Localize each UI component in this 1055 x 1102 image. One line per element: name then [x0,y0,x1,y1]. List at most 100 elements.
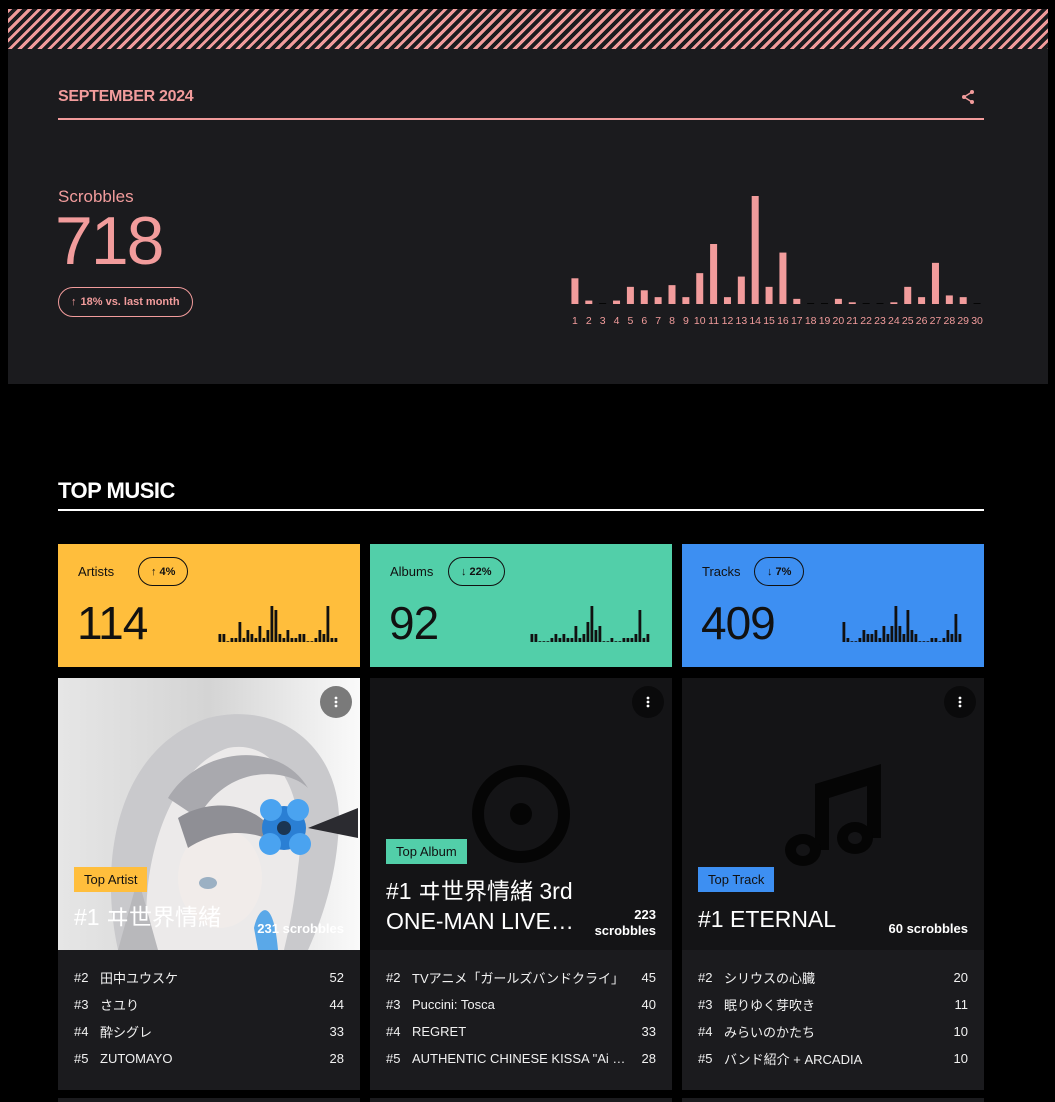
list-item[interactable]: #3 さユり 44 [74,991,344,1018]
stat-value: 114 [77,597,148,649]
scrobbles-count: 718 [55,203,164,279]
item-count: 33 [329,1024,344,1039]
spark-bar [626,638,630,642]
list-item[interactable]: #3 Puccini: Tosca 40 [386,991,656,1018]
spark-bar [618,641,622,642]
day-tick-label: 8 [669,315,675,327]
artist-artwork[interactable]: Top Artist #1 ヰ世界情緒 231 scrobbles [58,678,360,950]
spark-bar [258,626,262,642]
day-tick-label: 22 [860,315,872,327]
section-divider [58,509,984,511]
spark-bar [578,638,582,642]
spark-bar [226,641,230,642]
day-tick-label: 30 [971,315,983,327]
spark-bar [898,626,902,642]
stat-card-tracks[interactable]: Tracks ↓ 7% 409 [682,544,984,667]
scrobbles-panel: SEPTEMBER 2024 Scrobbles 718 ↑ 18% vs. l… [8,49,1048,384]
spark-bar [238,622,242,642]
stat-change-value: 4% [159,565,176,578]
stat-card-artists[interactable]: Artists ↑ 4% 114 [58,544,360,667]
day-bar [931,262,939,304]
list-item[interactable]: #2 TVアニメ「ガールズバンドクライ」 45 [386,964,656,991]
item-name: TVアニメ「ガールズバンドクライ」 [412,971,625,986]
spark-bar [910,630,914,642]
spark-bar [614,641,618,642]
rank: #2 [74,970,89,985]
stat-label: Albums [390,564,434,579]
arrow-down-icon: ↓ [767,565,773,578]
more-options-icon[interactable] [320,686,352,718]
day-tick-label: 24 [888,315,900,327]
album-artwork[interactable]: Top Album #1 ヰ世界情緒 3rd ONE-MAN LIVE… 223… [370,678,672,950]
top-artist-name[interactable]: #1 ヰ世界情緒 [74,903,221,933]
spark-bar [562,634,566,642]
spark-bar [878,638,882,642]
spark-bar [606,641,610,642]
share-icon[interactable] [960,89,976,105]
list-item[interactable]: #5 AUTHENTIC CHINESE KISSA "Ai no Shuuten… [386,1045,656,1072]
spark-bar [602,641,606,642]
stat-label: Artists [78,564,115,579]
scrobble-count-number: 223 [634,907,656,922]
item-count: 44 [329,997,344,1012]
day-bar [904,286,912,304]
spark-bar [630,638,634,642]
track-artwork[interactable]: Top Track #1 ETERNAL 60 scrobbles [682,678,984,950]
spark-bar [874,630,878,642]
spark-bar [858,638,862,642]
spark-bar [622,638,626,642]
spark-bar [250,634,254,642]
list-item[interactable]: #5 ZUTOMAYO 28 [74,1045,344,1072]
album-disc-icon [472,765,570,863]
list-item[interactable]: #3 眠りゆく芽吹き 11 [698,991,968,1018]
top-track-name[interactable]: #1 ETERNAL [698,905,836,935]
spark-bar [298,634,302,642]
spark-bar [942,638,946,642]
day-tick-label: 26 [916,315,928,327]
spark-bar [254,638,258,642]
spark-bar [862,630,866,642]
day-tick-label: 3 [600,315,606,327]
item-name: さユり [100,998,140,1013]
next-card-edge [58,1098,360,1102]
item-name: 眠りゆく芽吹き [724,998,816,1013]
spark-bar [842,622,846,642]
spark-bar [330,638,334,642]
arrow-down-icon: ↓ [461,565,467,578]
spark-bar [914,634,918,642]
top-album-name[interactable]: #1 ヰ世界情緒 3rd ONE-MAN LIVE… [386,877,586,937]
spark-bar [950,634,954,642]
list-item[interactable]: #4 みらいのかたち 10 [698,1018,968,1045]
day-tick-label: 21 [846,315,858,327]
more-options-icon[interactable] [944,686,976,718]
day-tick-label: 23 [874,315,886,327]
spark-bar [302,634,306,642]
spark-bar [958,634,962,642]
list-item[interactable]: #4 REGRET 33 [386,1018,656,1045]
month-header: SEPTEMBER 2024 [58,79,984,120]
day-tick-label: 11 [708,315,719,327]
item-count: 40 [641,997,656,1012]
spark-bar [610,638,614,642]
item-name: AUTHENTIC CHINESE KISSA "Ai no Shuuten" [412,1051,642,1066]
spark-bar [586,622,590,642]
list-item[interactable]: #4 酔シグレ 33 [74,1018,344,1045]
spark-bar [270,606,274,642]
spark-bar [282,638,286,642]
daily-scrobbles-chart: 1 2 3 4 5 6 7 8 9 10 11 12 13 14 15 16 17 18 19 20 21 22 23 24 2… [571,196,983,327]
rank: #4 [698,1024,713,1039]
item-count: 11 [954,997,969,1012]
top-track-scrobbles: 60 scrobbles [888,921,969,936]
day-bar [959,297,967,304]
spark-bar [310,641,314,642]
spark-bar [246,630,250,642]
stat-card-albums[interactable]: Albums ↓ 22% 92 [370,544,672,667]
list-item[interactable]: #2 田中ユウスケ 52 [74,964,344,991]
day-bar [613,300,621,304]
list-item[interactable]: #5 バンド紹介 + ARCADIA 10 [698,1045,968,1072]
more-options-icon[interactable] [632,686,664,718]
spark-bar [294,638,298,642]
list-item[interactable]: #2 シリウスの心臓 20 [698,964,968,991]
item-name: みらいのかたち [724,1025,816,1040]
day-bar-empty [862,303,870,304]
